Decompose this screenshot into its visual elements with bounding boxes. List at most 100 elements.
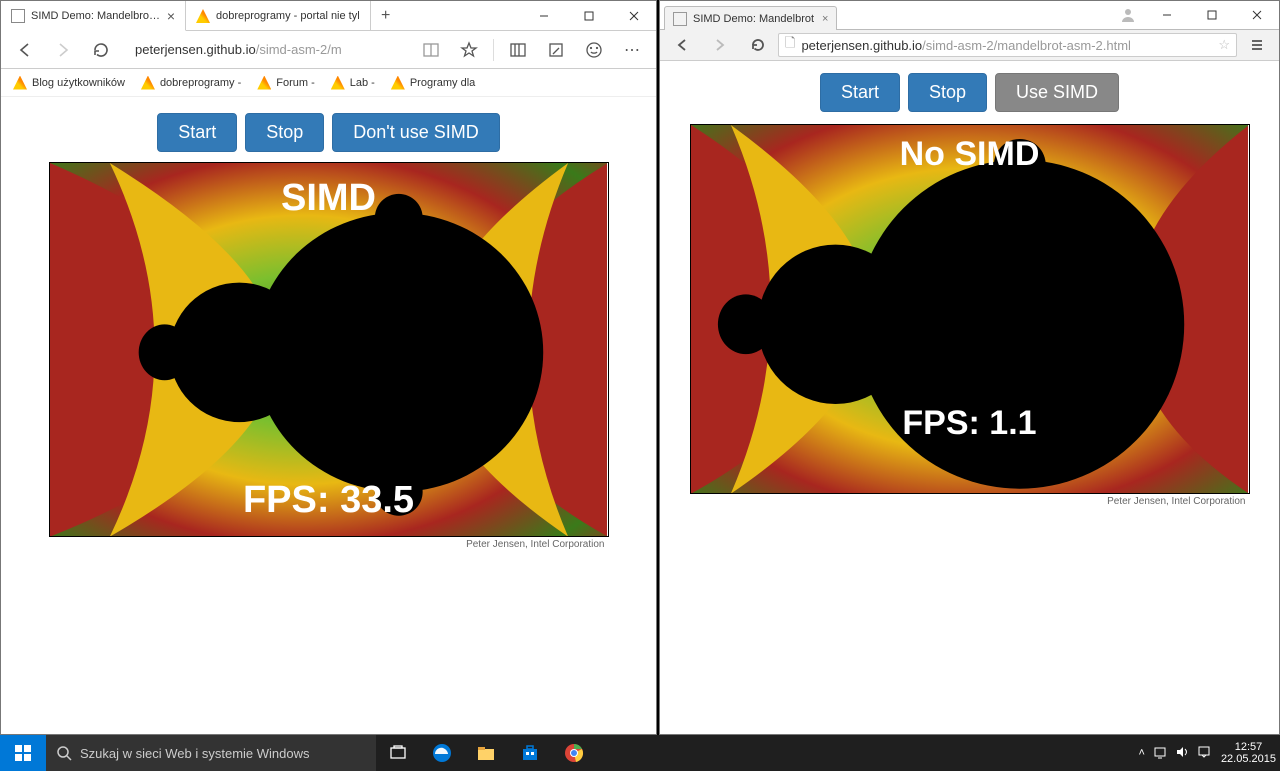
maximize-button[interactable] [566,1,611,31]
chrome-tab-simd[interactable]: SIMD Demo: Mandelbrot × [664,6,837,30]
mandelbrot-canvas: SIMD FPS: 33.5 [49,162,609,537]
url-host: peterjensen.github.io [801,38,922,53]
clock-date: 22.05.2015 [1221,753,1276,765]
bookmark-item[interactable]: Programy dla [385,74,481,92]
network-icon[interactable] [1153,745,1167,762]
bookmark-item[interactable]: Blog użytkowników [7,74,131,92]
chrome-page-content: Start Stop Use SIMD [660,61,1279,734]
control-buttons: Start Stop Don't use SIMD [1,97,656,162]
url-path: /simd-asm-2/m [256,42,342,57]
edge-titlebar: SIMD Demo: Mandelbrot A × dobreprogramy … [1,1,656,31]
fps-label: FPS: 1.1 [902,404,1036,443]
attribution-text: Peter Jensen, Intel Corporation [49,537,609,550]
edge-tab-dp[interactable]: dobreprogramy - portal nie tyl [186,1,371,31]
hub-button[interactable] [500,34,536,66]
close-button[interactable] [1234,1,1279,29]
webnote-button[interactable] [538,34,574,66]
url-bar[interactable]: 🗋 peterjensen.github.io/simd-asm-2/mande… [778,33,1237,57]
edge-tabs: SIMD Demo: Mandelbrot A × dobreprogramy … [1,1,521,31]
tab-title: SIMD Demo: Mandelbrot A [31,10,161,22]
menu-button[interactable] [1239,29,1275,61]
file-icon: 🗋 [785,34,795,56]
start-button[interactable]: Start [157,113,237,152]
taskbar-clock[interactable]: 12:57 22.05.2015 [1221,741,1276,765]
chrome-window-controls [1112,1,1279,29]
forward-button[interactable] [45,34,81,66]
maximize-button[interactable] [1189,1,1234,29]
edge-taskbar-icon[interactable] [420,735,464,771]
favorite-button[interactable] [451,34,487,66]
back-button[interactable] [664,29,700,61]
minimize-button[interactable] [521,1,566,31]
forward-button[interactable] [702,29,738,61]
url-host: peterjensen.github.io [135,42,256,57]
back-button[interactable] [7,34,43,66]
chrome-tabs: SIMD Demo: Mandelbrot × [660,5,1112,29]
edge-window-controls [521,1,656,31]
volume-icon[interactable] [1175,745,1189,762]
bookmark-label: dobreprogramy - [160,77,241,89]
new-tab-button[interactable]: + [371,1,401,31]
star-icon[interactable]: ☆ [1218,37,1230,53]
dp-favicon-icon [257,76,271,90]
bookmark-label: Programy dla [410,77,475,89]
tray-chevron-icon[interactable]: ˄ [1139,747,1145,759]
dp-favicon-icon [13,76,27,90]
chrome-titlebar: SIMD Demo: Mandelbrot × [660,1,1279,29]
bookmark-label: Lab - [350,77,375,89]
dp-favicon-icon [141,76,155,90]
toggle-simd-button[interactable]: Use SIMD [995,73,1119,112]
edge-tab-simd[interactable]: SIMD Demo: Mandelbrot A × [1,1,186,31]
page-icon [11,9,25,23]
mandelbrot-canvas: No SIMD FPS: 1.1 [690,124,1250,494]
notifications-icon[interactable] [1197,745,1211,762]
simd-mode-label: No SIMD [900,135,1040,174]
user-button[interactable] [1112,1,1144,29]
url-path: /simd-asm-2/mandelbrot-asm-2.html [922,38,1131,53]
stop-button[interactable]: Stop [908,73,987,112]
start-button[interactable]: Start [820,73,900,112]
chrome-toolbar: 🗋 peterjensen.github.io/simd-asm-2/mande… [660,29,1279,61]
url-bar[interactable]: peterjensen.github.io/simd-asm-2/m [129,35,411,65]
taskbar-apps [376,735,596,771]
close-button[interactable] [611,1,656,31]
simd-mode-label: SIMD [281,177,376,220]
task-view-button[interactable] [376,735,420,771]
bookmark-item[interactable]: Lab - [325,74,381,92]
bookmarks-bar: Blog użytkowników dobreprogramy - Forum … [1,69,656,97]
start-menu-button[interactable] [0,735,46,771]
toggle-simd-button[interactable]: Don't use SIMD [332,113,499,152]
control-buttons: Start Stop Use SIMD [660,61,1279,124]
dp-favicon-icon [331,76,345,90]
dp-favicon-icon [391,76,405,90]
feedback-button[interactable] [576,34,612,66]
tab-title: dobreprogramy - portal nie tyl [216,10,360,22]
store-taskbar-icon[interactable] [508,735,552,771]
attribution-text: Peter Jensen, Intel Corporation [690,494,1250,507]
more-button[interactable]: ⋯ [614,34,650,66]
minimize-button[interactable] [1144,1,1189,29]
edge-page-content: Start Stop Don't use SIMD [1,97,656,733]
taskbar-search[interactable]: Szukaj w sieci Web i systemie Windows [46,735,376,771]
bookmark-item[interactable]: dobreprogramy - [135,74,247,92]
edge-toolbar: peterjensen.github.io/simd-asm-2/m ⋯ [1,31,656,69]
close-icon[interactable]: × [822,13,828,25]
chrome-taskbar-icon[interactable] [552,735,596,771]
fractal-container: SIMD FPS: 33.5 Peter Jensen, Intel Corpo… [49,162,609,550]
explorer-taskbar-icon[interactable] [464,735,508,771]
refresh-button[interactable] [740,29,776,61]
dp-favicon-icon [196,9,210,23]
fps-label: FPS: 33.5 [243,479,414,522]
bookmark-item[interactable]: Forum - [251,74,321,92]
reading-view-button[interactable] [413,34,449,66]
search-placeholder: Szukaj w sieci Web i systemie Windows [80,746,310,761]
system-tray: ˄ 12:57 22.05.2015 [1130,741,1280,765]
chrome-browser-window: SIMD Demo: Mandelbrot × 🗋 peterjensen.gi… [659,0,1280,735]
tab-title: SIMD Demo: Mandelbrot [693,13,814,25]
bookmark-label: Forum - [276,77,315,89]
refresh-button[interactable] [83,34,119,66]
stop-button[interactable]: Stop [245,113,324,152]
windows-taskbar: Szukaj w sieci Web i systemie Windows ˄ … [0,735,1280,771]
bookmark-label: Blog użytkowników [32,77,125,89]
close-icon[interactable]: × [167,8,175,24]
